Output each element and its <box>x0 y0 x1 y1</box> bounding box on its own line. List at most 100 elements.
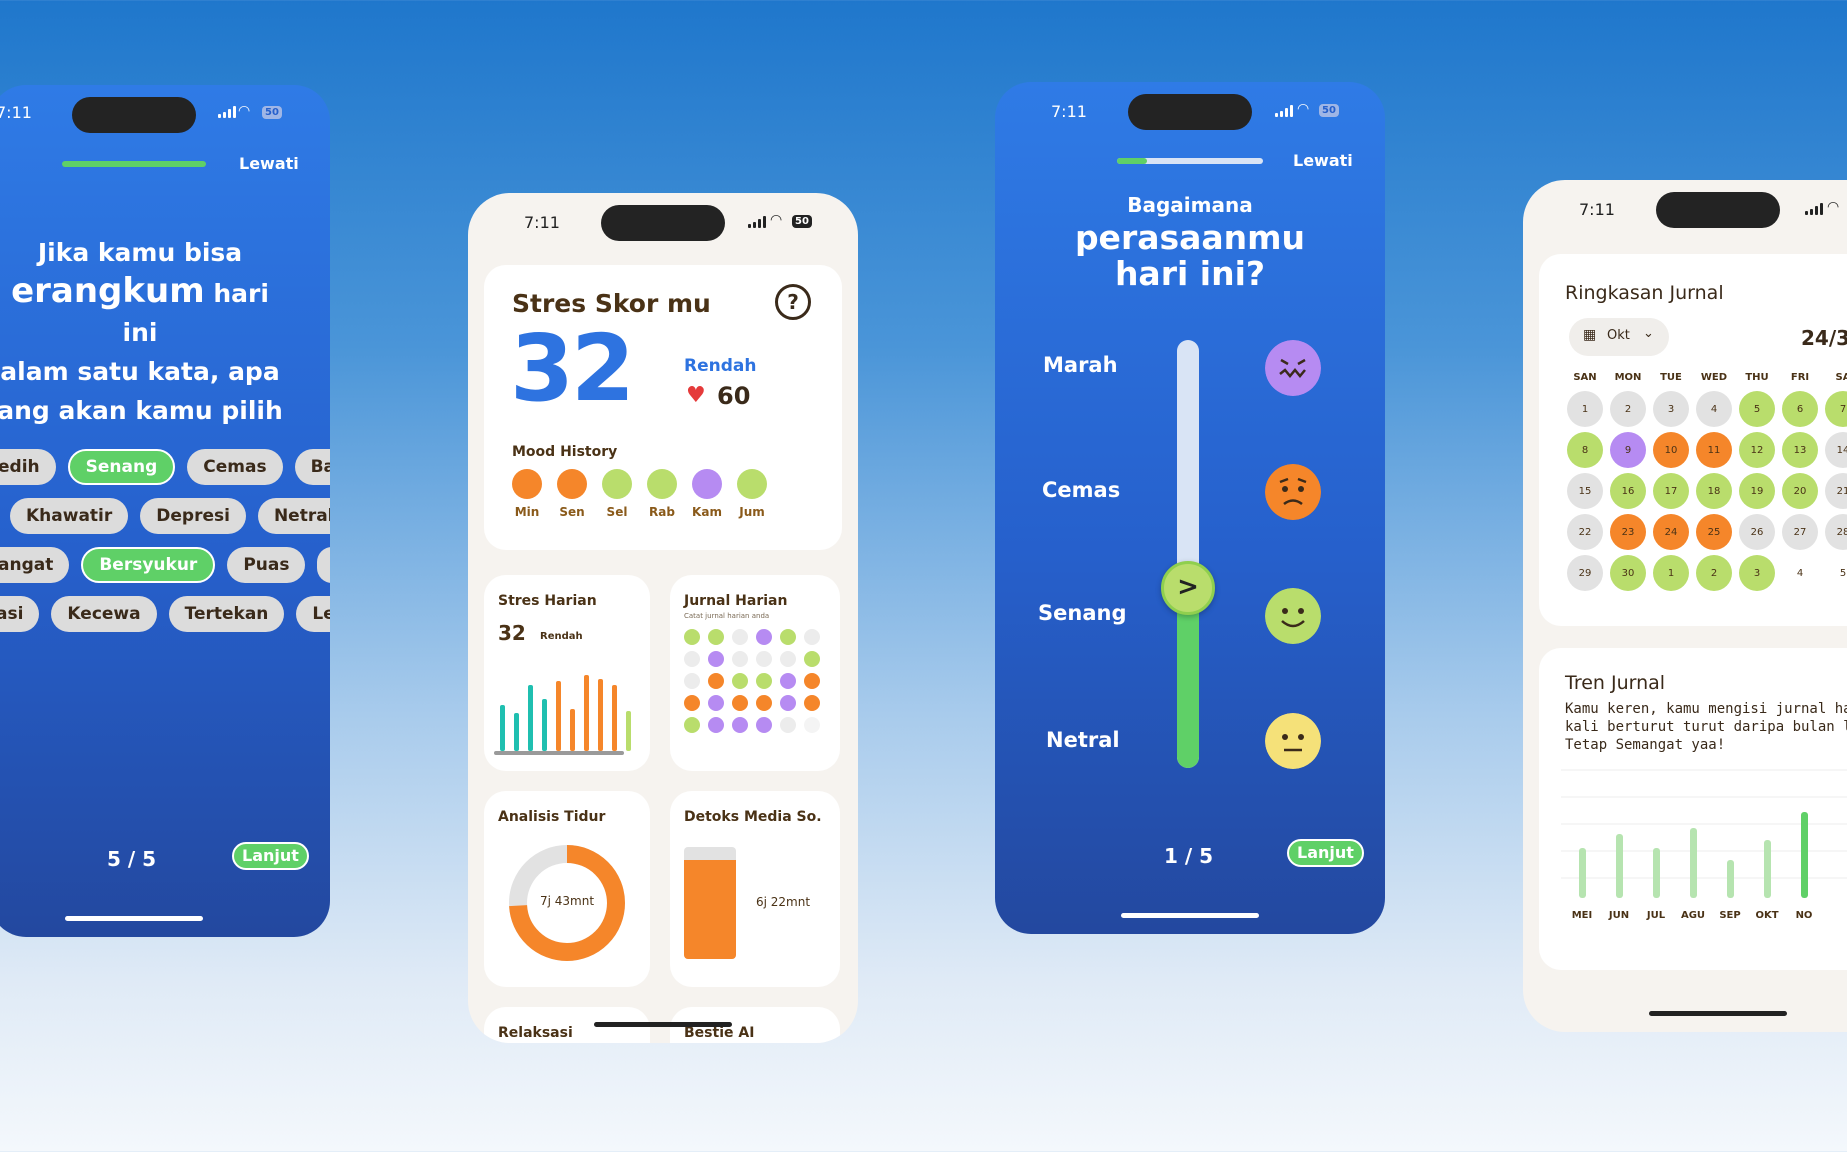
calendar-day[interactable]: 22 <box>1567 514 1603 550</box>
calendar-day[interactable]: 1 <box>1567 391 1603 427</box>
journal-dot <box>684 695 700 711</box>
wifi-icon: ◠ <box>1297 101 1310 117</box>
next-button[interactable]: Lanjut <box>232 842 309 870</box>
daily-stress-card[interactable]: Stres Harian 32 Rendah <box>484 575 650 771</box>
stress-chart-baseline <box>494 751 624 755</box>
calendar-day[interactable]: 16 <box>1610 473 1646 509</box>
chip-netral[interactable]: Netral <box>257 498 330 534</box>
progress-bar <box>62 161 206 167</box>
mood-label-netral: Netral <box>1046 728 1120 752</box>
mood-day: Sel <box>600 469 634 519</box>
chip-frustasi[interactable]: asi <box>0 596 40 632</box>
dynamic-island <box>601 205 725 241</box>
calendar-day[interactable]: 7 <box>1825 391 1847 427</box>
stress-score-title: Stres Skor mu <box>512 289 711 318</box>
chip-kecewa[interactable]: Kecewa <box>51 596 157 632</box>
journal-dot <box>756 717 772 733</box>
calendar-day[interactable]: 4 <box>1696 391 1732 427</box>
calendar-day[interactable]: 1 <box>1653 555 1689 591</box>
dynamic-island <box>1656 192 1780 228</box>
date-range: 24/3 <box>1801 326 1847 350</box>
journal-dot <box>780 651 796 667</box>
daily-stress-value: 32 <box>498 621 526 645</box>
calendar-day[interactable]: 2 <box>1610 391 1646 427</box>
chip-cemas[interactable]: Cemas <box>187 449 283 485</box>
chip-senang[interactable]: Senang <box>67 449 176 485</box>
chip-khawatir[interactable]: Khawatir <box>10 498 129 534</box>
calendar-day[interactable]: 29 <box>1567 555 1603 591</box>
calendar-day[interactable]: 25 <box>1696 514 1732 550</box>
mood-history-label: Mood History <box>512 444 618 460</box>
chip-sedih[interactable]: edih <box>0 449 56 485</box>
calendar-day[interactable]: 20 <box>1782 473 1818 509</box>
calendar-day[interactable]: 12 <box>1739 432 1775 468</box>
calendar-day[interactable]: 2 <box>1696 555 1732 591</box>
calendar-day[interactable]: 10 <box>1653 432 1689 468</box>
chip-partial-2[interactable] <box>317 547 330 583</box>
journal-dot <box>756 673 772 689</box>
calendar-day[interactable]: 27 <box>1782 514 1818 550</box>
calendar-day[interactable]: 4 <box>1782 555 1818 591</box>
calendar-day[interactable]: 8 <box>1567 432 1603 468</box>
wifi-icon: ◠ <box>1827 199 1840 215</box>
dynamic-island <box>1128 94 1252 130</box>
calendar-day[interactable]: 18 <box>1696 473 1732 509</box>
mood-slider-handle[interactable]: > <box>1161 561 1215 616</box>
chevron-down-icon: ⌄ <box>1643 326 1654 341</box>
journal-summary-card: Ringkasan Jurnal ▦ Okt ⌄ 24/3 SAN MON TUE W… <box>1539 254 1847 626</box>
media-detox-card[interactable]: Detoks Media So. 6j 22mnt <box>670 791 840 987</box>
help-icon[interactable]: ? <box>775 284 811 320</box>
progress-fill <box>1117 158 1147 164</box>
stress-score-card[interactable]: Stres Skor mu ? 32 Rendah ♥ 60 Mood Hist… <box>484 265 842 550</box>
sleep-analysis-card[interactable]: Analisis Tidur 7j 43mnt <box>484 791 650 987</box>
calendar-day[interactable]: 5 <box>1739 391 1775 427</box>
mood-day: Jum <box>735 469 769 519</box>
chip-bersyukur[interactable]: Bersyukur <box>81 547 216 583</box>
calendar-day[interactable]: 5 <box>1825 555 1847 591</box>
calendar-day[interactable]: 3 <box>1653 391 1689 427</box>
calendar-day[interactable]: 9 <box>1610 432 1646 468</box>
next-button[interactable]: Lanjut <box>1287 839 1364 867</box>
skip-button[interactable]: Lewati <box>1293 151 1353 170</box>
chip-semangat[interactable]: angat <box>0 547 70 583</box>
journal-subtitle: Catat jurnal harian anda <box>684 612 770 620</box>
mood-day: Min <box>510 469 544 519</box>
calendar-day[interactable]: 3 <box>1739 555 1775 591</box>
calendar-day[interactable]: 14 <box>1825 432 1847 468</box>
daily-journal-card[interactable]: Jurnal Harian Catat jurnal harian anda <box>670 575 840 771</box>
journal-dot <box>780 717 796 733</box>
calendar-day[interactable]: 24 <box>1653 514 1689 550</box>
mood-slider-track[interactable] <box>1177 340 1199 768</box>
wifi-icon: ◠ <box>238 103 251 119</box>
trend-month-label: OKT <box>1755 910 1778 921</box>
chip-bahagia[interactable]: Bal <box>294 449 330 485</box>
calendar-day[interactable]: 13 <box>1782 432 1818 468</box>
stress-bar <box>584 675 589 751</box>
calendar-day[interactable]: 30 <box>1610 555 1646 591</box>
battery-icon: 50 <box>1319 104 1339 117</box>
calendar-day[interactable]: 21 <box>1825 473 1847 509</box>
journal-dot <box>756 695 772 711</box>
chip-lelah[interactable]: Le <box>296 596 330 632</box>
month-dropdown[interactable]: ▦ Okt ⌄ <box>1569 318 1669 356</box>
calendar-day[interactable]: 19 <box>1739 473 1775 509</box>
chip-puas[interactable]: Puas <box>227 547 306 583</box>
chip-tertekan[interactable]: Tertekan <box>168 596 285 632</box>
calendar-day[interactable]: 15 <box>1567 473 1603 509</box>
journal-trend-title: Tren Jurnal <box>1565 672 1666 694</box>
chip-depresi[interactable]: Depresi <box>140 498 246 534</box>
stress-bar <box>542 699 547 751</box>
calendar-day[interactable]: 23 <box>1610 514 1646 550</box>
skip-button[interactable]: Lewati <box>239 154 299 173</box>
calendar-day[interactable]: 26 <box>1739 514 1775 550</box>
journal-dot <box>732 651 748 667</box>
calendar-day[interactable]: 17 <box>1653 473 1689 509</box>
journal-dot <box>708 651 724 667</box>
calendar-day[interactable]: 28 <box>1825 514 1847 550</box>
calendar-day[interactable]: 11 <box>1696 432 1732 468</box>
calendar-day[interactable]: 6 <box>1782 391 1818 427</box>
chip-row-3: angat Bersyukur Puas <box>0 547 330 583</box>
journal-dot <box>804 651 820 667</box>
journal-dot <box>804 695 820 711</box>
sleep-title: Analisis Tidur <box>498 809 606 825</box>
